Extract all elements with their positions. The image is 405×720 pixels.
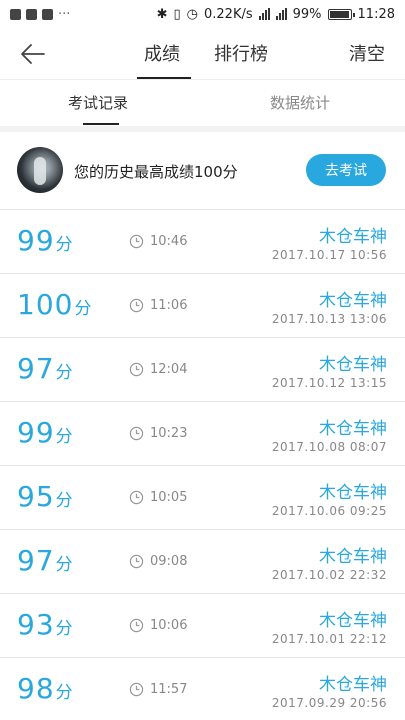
score: 99分 bbox=[17, 224, 73, 257]
user-name: 木仓车神 bbox=[319, 483, 387, 503]
clock-icon bbox=[129, 298, 144, 313]
clock-time: 11:28 bbox=[357, 6, 395, 22]
arrow-left-icon bbox=[21, 44, 45, 64]
exam-duration: 10:06 bbox=[150, 618, 188, 633]
battery-icon bbox=[327, 8, 355, 20]
clock-icon bbox=[129, 682, 144, 697]
exam-duration: 11:57 bbox=[150, 682, 188, 697]
user-name: 木仓车神 bbox=[319, 227, 387, 247]
exam-datetime: 2017.10.02 22:32 bbox=[271, 568, 387, 582]
score-unit: 分 bbox=[55, 619, 73, 639]
clock-icon bbox=[129, 490, 144, 505]
score-value: 98 bbox=[17, 672, 55, 705]
exam-datetime: 2017.10.01 22:12 bbox=[271, 632, 387, 646]
clock-icon bbox=[129, 618, 144, 633]
more-icon: ··· bbox=[58, 6, 71, 22]
score-value: 99 bbox=[17, 416, 55, 449]
exam-datetime: 2017.10.17 10:56 bbox=[271, 248, 387, 262]
record-row[interactable]: 93分 10:06 木仓车神 2017.10.01 22:12 bbox=[0, 594, 405, 658]
score-value: 93 bbox=[17, 608, 55, 641]
score-unit: 分 bbox=[74, 299, 92, 319]
record-row[interactable]: 97分 09:08 木仓车神 2017.10.02 22:32 bbox=[0, 530, 405, 594]
signal-icon bbox=[258, 8, 270, 20]
notification-icons: ··· bbox=[10, 7, 70, 22]
score-unit: 分 bbox=[55, 427, 73, 447]
clock-icon bbox=[129, 554, 144, 569]
score: 93分 bbox=[17, 608, 73, 641]
exam-datetime: 2017.09.29 20:56 bbox=[271, 696, 387, 710]
top-nav: 成绩 排行榜 清空 bbox=[0, 28, 405, 80]
score: 97分 bbox=[17, 544, 73, 577]
score-value: 97 bbox=[17, 352, 55, 385]
avatar bbox=[17, 147, 63, 193]
active-tab-indicator bbox=[137, 77, 191, 79]
notification-icon bbox=[26, 8, 37, 20]
alarm-icon: ◷ bbox=[186, 6, 198, 22]
status-bar: ··· ✱ ▯ ◷ 0.22K/s 99% 11:28 bbox=[0, 0, 405, 28]
best-score-row: 您的历史最高成绩100分 去考试 bbox=[0, 132, 405, 210]
score-value: 99 bbox=[17, 224, 55, 257]
clock-icon bbox=[129, 362, 144, 377]
signal-icon bbox=[275, 8, 287, 20]
clock-icon bbox=[129, 234, 144, 249]
exam-datetime: 2017.10.13 13:06 bbox=[271, 312, 387, 326]
score-value: 100 bbox=[17, 288, 74, 321]
score-unit: 分 bbox=[55, 555, 73, 575]
score-value: 97 bbox=[17, 544, 55, 577]
best-score-text: 您的历史最高成绩100分 bbox=[74, 163, 238, 181]
record-row[interactable]: 95分 10:05 木仓车神 2017.10.06 09:25 bbox=[0, 466, 405, 530]
record-row[interactable]: 99分 10:46 木仓车神 2017.10.17 10:56 bbox=[0, 210, 405, 274]
record-row[interactable]: 99分 10:23 木仓车神 2017.10.08 08:07 bbox=[0, 402, 405, 466]
tab-scores[interactable]: 成绩 bbox=[144, 40, 180, 66]
user-name: 木仓车神 bbox=[319, 355, 387, 375]
record-row[interactable]: 98分 11:57 木仓车神 2017.09.29 20:56 bbox=[0, 658, 405, 720]
record-row[interactable]: 100分 11:06 木仓车神 2017.10.13 13:06 bbox=[0, 274, 405, 338]
exam-duration: 10:46 bbox=[150, 234, 188, 249]
score-value: 95 bbox=[17, 480, 55, 513]
score-unit: 分 bbox=[55, 363, 73, 383]
score-unit: 分 bbox=[55, 491, 73, 511]
exam-duration: 11:06 bbox=[150, 298, 188, 313]
score: 99分 bbox=[17, 416, 73, 449]
active-subtab-indicator bbox=[83, 123, 119, 125]
exam-duration: 10:23 bbox=[150, 426, 188, 441]
notification-icon bbox=[42, 8, 53, 20]
clock-icon bbox=[129, 426, 144, 441]
user-name: 木仓车神 bbox=[319, 675, 387, 695]
records-list: 99分 10:46 木仓车神 2017.10.17 10:56 100分 11:06 木仓车… bbox=[0, 210, 405, 720]
exam-duration: 09:08 bbox=[150, 554, 188, 569]
tab-exam-records[interactable]: 考试记录 bbox=[68, 92, 128, 113]
score: 98分 bbox=[17, 672, 73, 705]
notification-icon bbox=[10, 8, 21, 20]
exam-datetime: 2017.10.06 09:25 bbox=[271, 504, 387, 518]
score: 100分 bbox=[17, 288, 91, 321]
user-name: 木仓车神 bbox=[319, 611, 387, 631]
sub-tabs: 考试记录 数据统计 bbox=[0, 80, 405, 126]
exam-duration: 10:05 bbox=[150, 490, 188, 505]
exam-datetime: 2017.10.12 13:15 bbox=[271, 376, 387, 390]
bluetooth-icon: ✱ bbox=[156, 6, 168, 22]
network-speed: 0.22K/s bbox=[204, 6, 253, 22]
user-name: 木仓车神 bbox=[319, 547, 387, 567]
exam-duration: 12:04 bbox=[150, 362, 188, 377]
score-unit: 分 bbox=[55, 235, 73, 255]
vibrate-icon: ▯ bbox=[173, 6, 181, 22]
clear-button[interactable]: 清空 bbox=[349, 40, 385, 66]
score: 97分 bbox=[17, 352, 73, 385]
take-exam-button[interactable]: 去考试 bbox=[306, 154, 386, 186]
user-name: 木仓车神 bbox=[319, 291, 387, 311]
score-unit: 分 bbox=[55, 683, 73, 703]
record-row[interactable]: 97分 12:04 木仓车神 2017.10.12 13:15 bbox=[0, 338, 405, 402]
user-name: 木仓车神 bbox=[319, 419, 387, 439]
tab-data-stats[interactable]: 数据统计 bbox=[270, 92, 330, 113]
back-button[interactable] bbox=[18, 40, 48, 68]
exam-datetime: 2017.10.08 08:07 bbox=[271, 440, 387, 454]
score: 95分 bbox=[17, 480, 73, 513]
tab-leaderboard[interactable]: 排行榜 bbox=[214, 40, 268, 66]
battery-percent: 99% bbox=[292, 6, 322, 22]
